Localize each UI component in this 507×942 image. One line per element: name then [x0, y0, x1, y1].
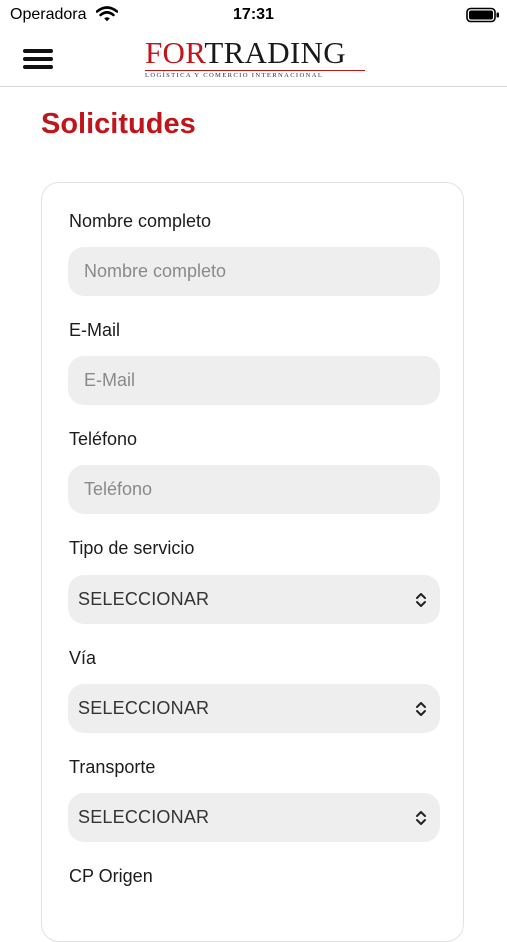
service-type-label: Tipo de servicio [69, 538, 195, 558]
route-select[interactable]: SELECCIONAR [68, 684, 440, 733]
hamburger-menu-icon [23, 49, 53, 53]
chevron-up-down-icon [416, 593, 426, 607]
fortrading-logo: FORTRADING LOGÍSTICA Y COMERCIO INTERNAC… [145, 36, 367, 80]
status-time: 17:31 [233, 6, 274, 23]
phone-input[interactable] [68, 465, 440, 514]
app-header: FORTRADING LOGÍSTICA Y COMERCIO INTERNAC… [0, 30, 507, 87]
service-type-select[interactable]: SELECCIONAR [68, 575, 440, 624]
service-type-value: SELECCIONAR [78, 589, 210, 609]
full-name-input[interactable] [68, 247, 440, 296]
request-form: Nombre completo E-Mail Teléfono Tipo de … [41, 182, 464, 942]
route-value: SELECCIONAR [78, 698, 210, 718]
transport-value: SELECCIONAR [78, 807, 210, 827]
chevron-up-down-icon [416, 702, 426, 716]
battery-icon [466, 7, 499, 23]
status-bar: Operadora 17:31 [0, 0, 507, 30]
page-title: Solicitudes [41, 108, 196, 140]
origin-postal-code-label: CP Origen [69, 866, 153, 886]
full-name-label: Nombre completo [69, 211, 212, 231]
logo-for-text: FOR [145, 35, 205, 70]
hamburger-menu-icon-line [23, 57, 53, 61]
chevron-up-down-icon [416, 811, 426, 825]
email-input[interactable] [68, 356, 440, 405]
transport-label: Transporte [69, 757, 156, 777]
logo-divider [145, 70, 365, 71]
logo-trading-text: TRADING [204, 35, 346, 70]
logo-wordmark: FORTRADING [145, 36, 346, 70]
route-label: Vía [69, 648, 97, 668]
menu-button[interactable] [18, 42, 58, 74]
logo-tagline: LOGÍSTICA Y COMERCIO INTERNACIONAL [145, 72, 324, 79]
transport-select[interactable]: SELECCIONAR [68, 793, 440, 842]
phone-label: Teléfono [69, 429, 138, 449]
hamburger-menu-icon-line [23, 65, 53, 69]
email-label: E-Mail [69, 320, 121, 340]
